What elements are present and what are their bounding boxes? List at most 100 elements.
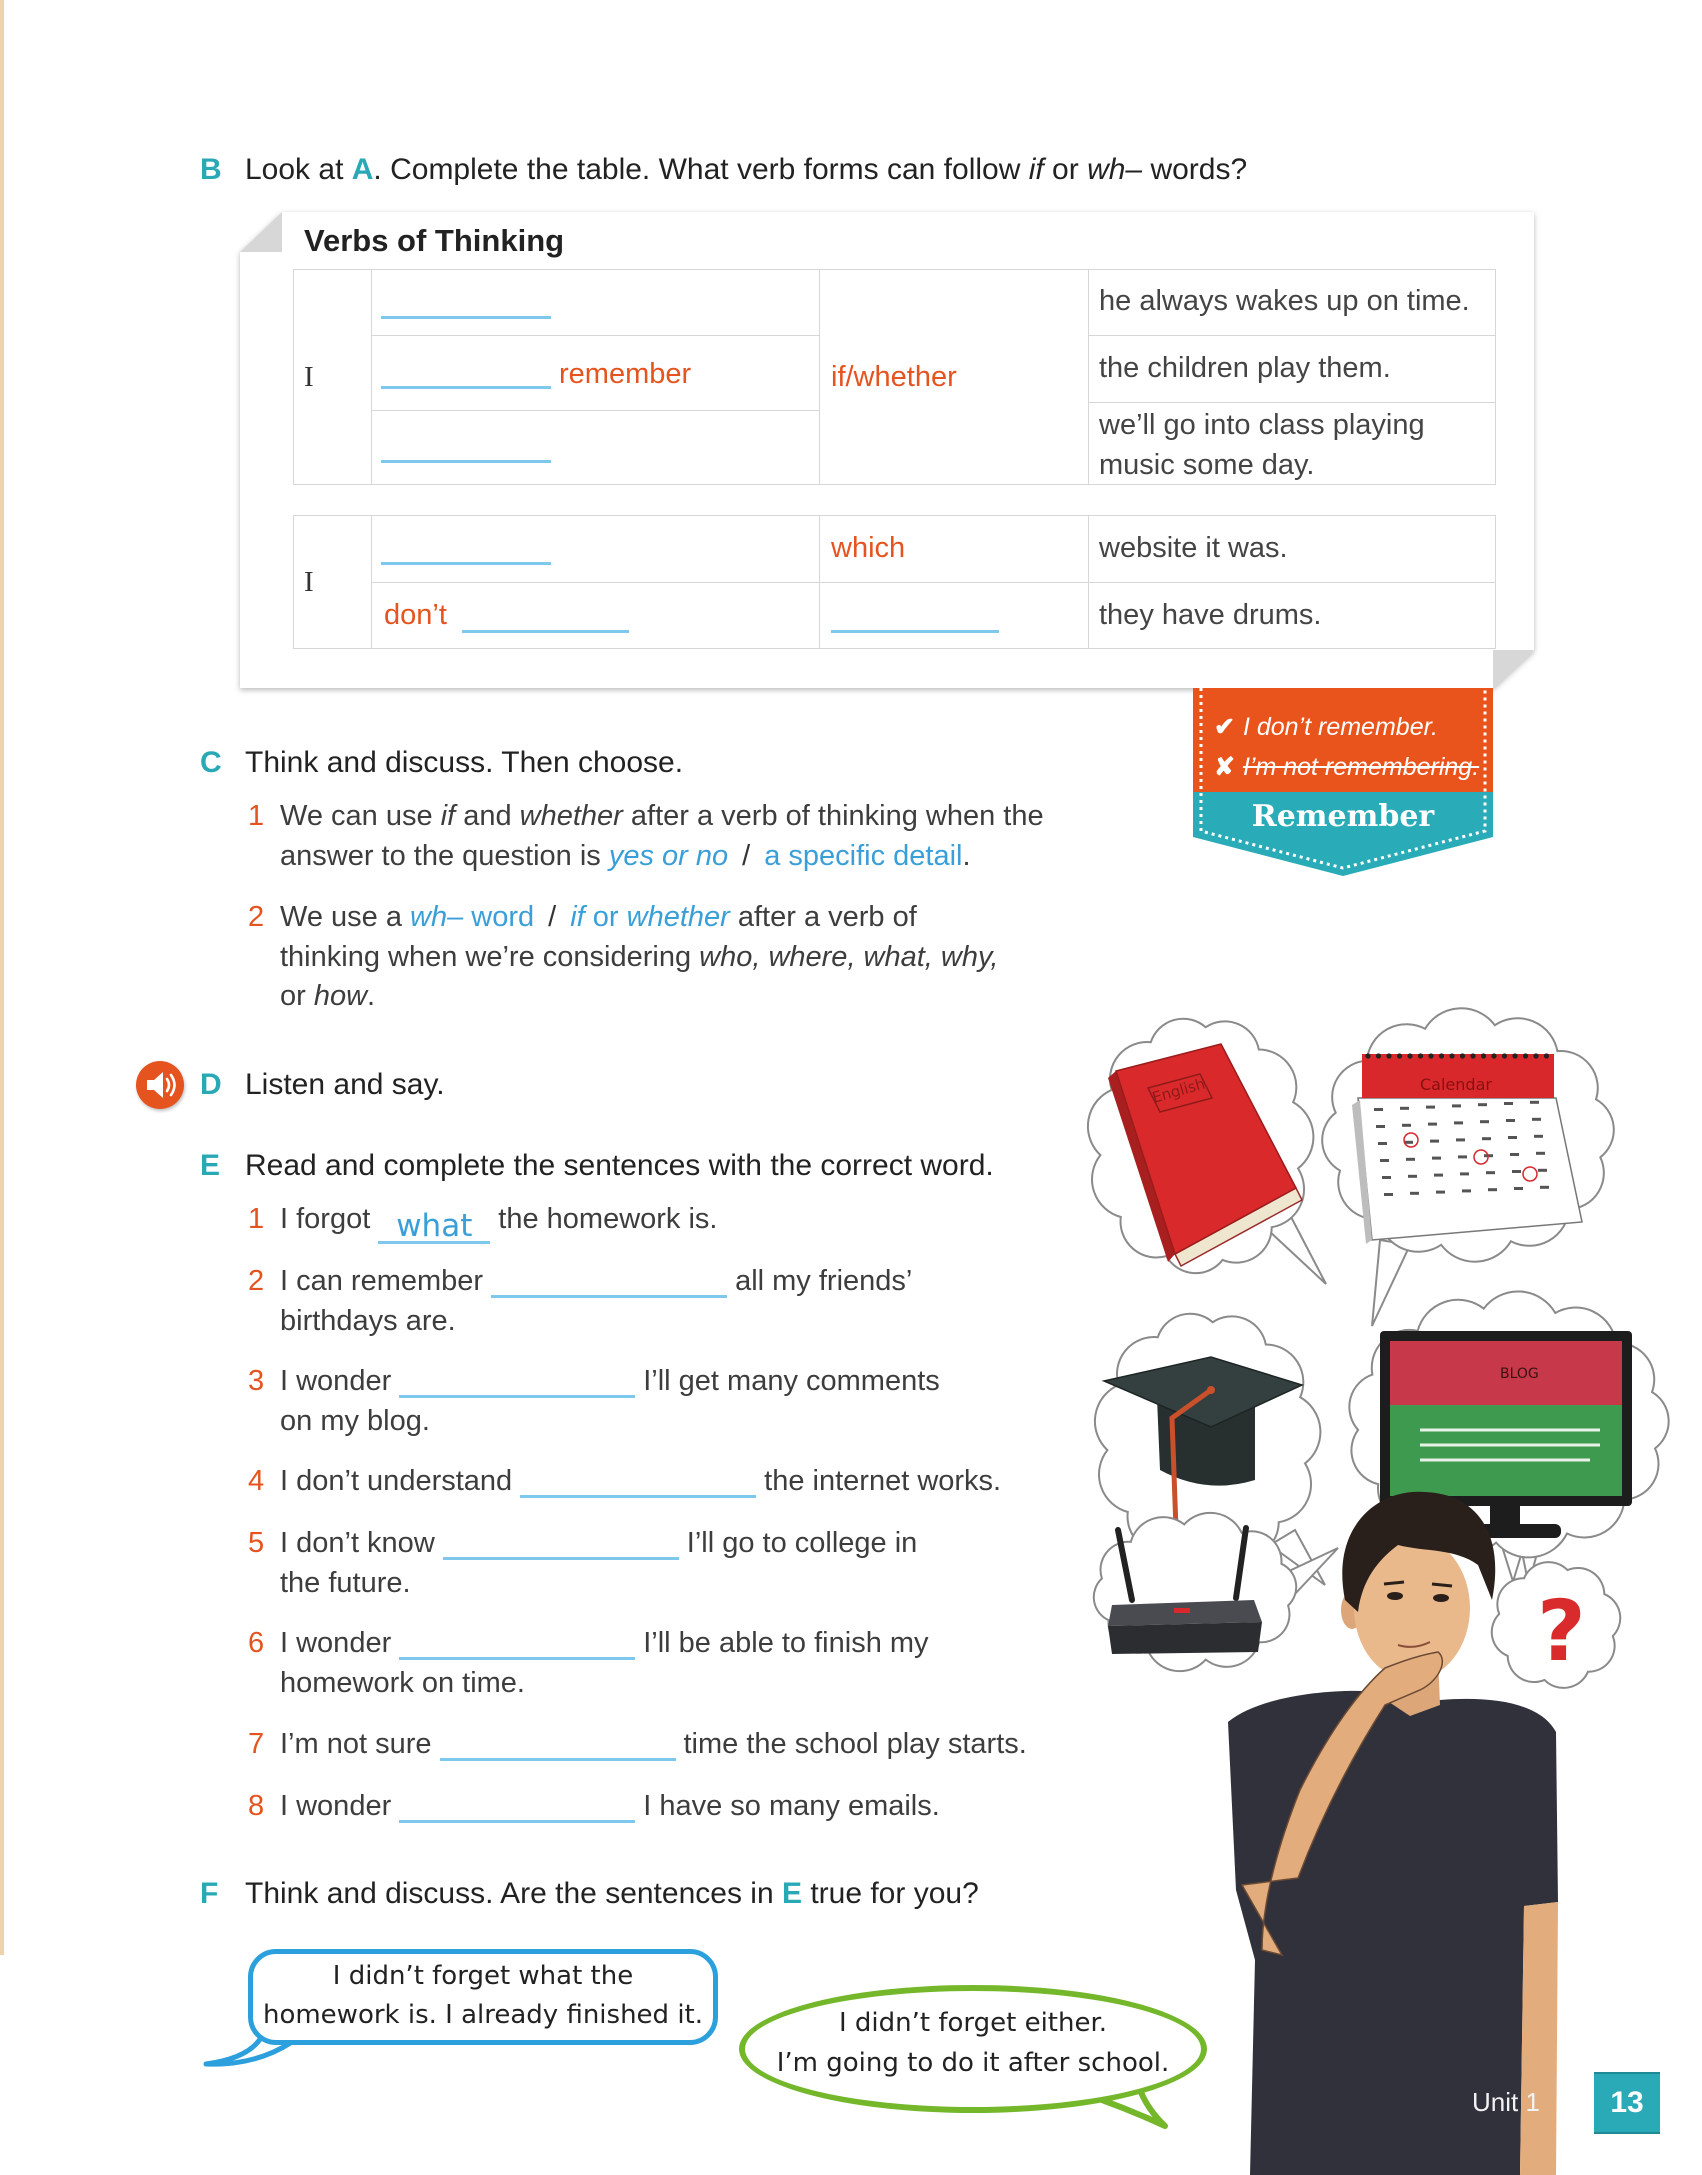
calendar-ring: [1480, 1053, 1487, 1059]
item-italic: how: [313, 980, 368, 1012]
correct-example: ✔ I don’t remember.: [1214, 710, 1438, 744]
table-answer-blank[interactable]: [381, 562, 551, 565]
item-line: I wonder I have so many emails.: [280, 1786, 940, 1826]
calendar-day-mark: [1504, 1102, 1513, 1105]
sentence-continuation: homework on time.: [280, 1667, 525, 1699]
item-text: answer to the question is: [280, 840, 609, 872]
book-label: English: [1150, 1075, 1207, 1107]
calendar-day-mark: [1512, 1170, 1521, 1173]
calendar-day-mark: [1384, 1193, 1393, 1196]
calendar-day-mark: [1460, 1172, 1469, 1176]
speech-bubble-text: I didn’t forget what the: [332, 1961, 634, 1991]
thinking-boy-illustration: [1228, 1491, 1558, 2175]
item-number: 3: [248, 1365, 265, 1397]
choice-option-specific-detail[interactable]: a specific detail: [764, 840, 962, 872]
sentence-start: I wonder: [280, 1365, 392, 1397]
instruction-text: Listen and say.: [245, 1068, 445, 1101]
item-number: 8: [248, 1790, 265, 1822]
clause-text: we’ll go into class playing: [1099, 409, 1425, 441]
exercise-e-item: 4 I don’t understand the internet works.: [248, 1461, 1108, 1501]
sentence-start: I don’t know: [280, 1527, 435, 1559]
table-answer-blank[interactable]: [381, 386, 551, 389]
sentence-continuation: on my blog.: [280, 1405, 430, 1437]
instruction-text: Look at: [245, 153, 352, 186]
exercise-e-item: 1 I forgot what the homework is.: [248, 1199, 1108, 1244]
option-text: or: [584, 901, 627, 933]
choice-separator: /: [548, 901, 557, 933]
table-answer-blank[interactable]: [462, 630, 629, 633]
item-text: thinking when we’re considering: [280, 941, 700, 973]
item-text: .: [962, 840, 971, 872]
thought-bubble-tail: [1266, 1213, 1327, 1285]
incorrect-example: ✘ I’m not remembering.: [1214, 750, 1479, 784]
calendar-label: Calendar: [1420, 1075, 1492, 1094]
calendar-day-mark: [1428, 1122, 1437, 1126]
choice-option-if-or-whether[interactable]: if or whether: [570, 901, 730, 933]
item-line: I wonder I’ll get many comments: [280, 1361, 940, 1401]
answer-blank[interactable]: [399, 1790, 636, 1823]
choice-option-yes-or-no[interactable]: yes or no: [609, 840, 728, 872]
instruction-text: Think and discuss. Then choose.: [245, 746, 684, 779]
sentence-end: time the school play starts.: [683, 1728, 1027, 1760]
item-number: 1: [248, 800, 265, 832]
thought-bubble-tail: [1510, 1551, 1532, 1594]
table-answer-blank[interactable]: [831, 630, 999, 633]
calendar-day-mark: [1486, 1171, 1495, 1175]
answer-blank[interactable]: [442, 1527, 679, 1560]
sentence-end: all my friends’: [735, 1265, 913, 1297]
section-f-heading: F Think and discuss. Are the sentences in…: [200, 1874, 979, 1914]
item-number: 4: [248, 1465, 265, 1497]
instruction-text: Think and discuss. Are the sentences in: [245, 1877, 782, 1910]
calendar-day-mark: [1462, 1189, 1471, 1193]
calendar-illustration: Calendar: [1352, 1053, 1583, 1244]
answer-blank[interactable]: [439, 1728, 676, 1761]
calendar-day-mark: [1488, 1188, 1497, 1192]
verb-remember: remember: [559, 358, 692, 390]
calendar-day-mark: [1382, 1176, 1391, 1179]
calendar-ring: [1428, 1053, 1434, 1059]
calendar-ring: [1417, 1053, 1424, 1059]
answer-blank[interactable]: [399, 1365, 636, 1398]
exercise-e-item: 6 I wonder I’ll be able to finish my home…: [248, 1623, 1108, 1699]
calendar-day-mark: [1538, 1168, 1547, 1172]
calendar-day-mark: [1530, 1100, 1539, 1104]
table-answer-blank[interactable]: [381, 460, 551, 463]
speech-bubble-blue: I didn’t forget what the homework is. I …: [248, 1949, 718, 2045]
answer-blank[interactable]: [491, 1265, 728, 1298]
thought-bubble-calendar: [1321, 1007, 1615, 1263]
answer-blank-filled[interactable]: what: [378, 1211, 491, 1244]
calendar-day-mark: [1534, 1134, 1543, 1138]
instruction-italic: if: [1028, 153, 1044, 186]
clause-text: he always wakes up on time.: [1099, 285, 1470, 317]
choice-option-wh-word[interactable]: wh– word: [410, 901, 534, 933]
option-italic: wh–: [410, 901, 464, 933]
answer-blank[interactable]: [520, 1465, 757, 1498]
calendar-day-mark: [1404, 1140, 1413, 1144]
section-reference: E: [781, 1877, 802, 1910]
calendar-ring: [1522, 1053, 1529, 1059]
table-answer-blank[interactable]: [381, 316, 551, 319]
wifi-router-illustration: [1108, 1525, 1262, 1654]
calendar-day-mark: [1374, 1108, 1383, 1111]
exercise-e-item: 7 I’m not sure time the school play start…: [248, 1724, 1108, 1764]
calendar-day-mark: [1480, 1120, 1489, 1124]
calendar-day-mark: [1532, 1117, 1541, 1121]
item-text: We use a: [280, 901, 411, 933]
item-text: after a verb of: [729, 901, 917, 933]
sentence-end: I’ll be able to finish my: [643, 1627, 929, 1659]
answer-blank[interactable]: [399, 1627, 636, 1660]
item-line: I forgot what the homework is.: [280, 1199, 717, 1244]
play-audio-button[interactable]: [136, 1061, 184, 1109]
cross-icon: ✘: [1214, 753, 1235, 781]
calendar-day-mark: [1506, 1119, 1515, 1122]
sentence-start: I forgot: [280, 1203, 371, 1235]
blog-label: BLOG: [1500, 1366, 1539, 1382]
clause-text: website it was.: [1099, 532, 1288, 564]
calendar-day-mark: [1434, 1173, 1443, 1177]
item-number: 5: [248, 1527, 265, 1559]
option-italic: if: [570, 901, 585, 933]
calendar-ring: [1512, 1053, 1518, 1059]
item-italic: who, where, what, why,: [699, 941, 999, 973]
calendar-ring: [1449, 1053, 1455, 1059]
sentence-end: I’ll go to college in: [686, 1527, 918, 1559]
